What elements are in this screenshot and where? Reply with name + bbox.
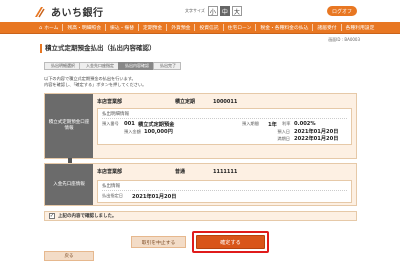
progress-steps: 払出明細選択 入金先口座指定 払出内容確認 払出完了 xyxy=(44,62,181,70)
amount-label: 預入金額 xyxy=(124,128,141,134)
item-number-label: 預入番号 xyxy=(102,121,119,126)
page-title: 積立式定期預金払出（払出内容確認） xyxy=(40,44,156,53)
nav-item-foreign-deposit[interactable]: 外貨預金 xyxy=(167,24,194,31)
confirm-checkbox[interactable]: ✓ xyxy=(49,213,55,219)
destination-account-type: 普通 xyxy=(175,169,186,175)
detail-row-1: 預入番号 001 積立式定期預金 預入期間 1年 利率 0.002% xyxy=(102,120,347,128)
font-size-medium-button[interactable]: 中 xyxy=(219,6,230,16)
cancel-transaction-button[interactable]: 取引を中止する xyxy=(131,236,186,248)
destination-account-number: 1111111 xyxy=(213,168,238,175)
nav-item-balance[interactable]: 残高・明細照会 xyxy=(63,24,105,31)
rate-label: 利率 xyxy=(282,121,291,126)
confirm-checkbox-row[interactable]: ✓ 上記の内容で確認しました。 xyxy=(44,211,357,221)
font-size-large-button[interactable]: 大 xyxy=(231,6,242,16)
font-size-label: 文字サイズ xyxy=(185,8,205,13)
nav-item-mortgage[interactable]: 住宅ローン xyxy=(224,24,256,31)
detail-row-3: 満期日 2022年01月20日 xyxy=(102,135,347,143)
item-number: 001 xyxy=(124,121,135,127)
nav-item-transfer[interactable]: 振込・振替 xyxy=(106,24,138,31)
destination-account-row: 本店営業部 普通 1111111 xyxy=(97,167,352,176)
destination-account-panel: 入金先口座情報 本店営業部 普通 1111111 払出情報 払出指定日 2021… xyxy=(44,163,357,206)
source-panel-label: 積立式定期預金口座情報 xyxy=(45,94,93,158)
bank-name: あいち銀行 xyxy=(51,8,104,19)
bank-logo[interactable]: あいち銀行 xyxy=(33,4,104,19)
withdrawal-detail-title: 払出明細情報 xyxy=(102,111,347,119)
nav-item-time-deposit[interactable]: 定期預金 xyxy=(139,24,166,31)
detail-row-2: 預入金額 100,000円 預入日 2021年01月20日 xyxy=(102,128,347,136)
source-branch: 本店営業部 xyxy=(97,99,123,105)
period-label: 預入期間 xyxy=(242,121,259,126)
maturity-date-label: 満期日 xyxy=(277,135,290,141)
instruction-line: 内容を確認し、「確定する」ボタンを押してください。 xyxy=(44,82,147,87)
source-account-type: 積立定期 xyxy=(175,99,196,105)
nav-item-home[interactable]: ⌂ ホーム xyxy=(35,24,62,32)
source-panel-body: 本店営業部 積立定期 1000011 払出明細情報 預入番号 001 積立式定期… xyxy=(97,97,352,145)
bank-logo-icon xyxy=(33,5,47,19)
amount: 100,000円 xyxy=(144,129,173,135)
source-account-row: 本店営業部 積立定期 1000011 xyxy=(97,97,352,106)
nav-item-settings[interactable]: 各種利用設定 xyxy=(342,24,379,31)
nav-item-tax-payment[interactable]: 税金・各種料金の払込 xyxy=(256,24,312,31)
instructions: 以下の内容で積立式定期預金の払出を行います。 内容を確認し、「確定する」ボタンを… xyxy=(44,76,146,88)
source-account-panel: 積立式定期預金口座情報 本店営業部 積立定期 1000011 払出明細情報 預入… xyxy=(44,93,357,159)
start-date: 2021年01月20日 xyxy=(294,129,339,135)
maturity-date: 2022年01月20日 xyxy=(294,136,339,142)
header: あいち銀行 文字サイズ 小 中 大 ログオフ xyxy=(0,0,400,24)
item-type: 積立式定期預金 xyxy=(138,121,175,128)
confirm-button[interactable]: 確定する xyxy=(196,235,265,249)
font-size-small-button[interactable]: 小 xyxy=(207,6,218,16)
step-destination: 入金先口座指定 xyxy=(79,62,119,70)
destination-panel-body: 本店営業部 普通 1111111 払出情報 払出指定日 2021年01月20日 xyxy=(97,167,352,203)
destination-branch: 本店営業部 xyxy=(97,169,123,175)
period: 1年 xyxy=(268,121,277,128)
nav-item-investment[interactable]: 投資信託 xyxy=(195,24,222,31)
back-button[interactable]: 戻る xyxy=(44,251,94,261)
confirm-checkbox-label: 上記の内容で確認しました。 xyxy=(58,214,117,219)
font-size-switcher: 文字サイズ 小 中 大 xyxy=(185,6,244,16)
withdrawal-date: 2021年01月20日 xyxy=(132,193,177,200)
source-account-number: 1000011 xyxy=(213,98,238,105)
step-confirm: 払出内容確認 xyxy=(118,62,154,70)
withdrawal-info-title: 払出情報 xyxy=(102,183,347,191)
withdrawal-detail-box: 払出明細情報 預入番号 001 積立式定期預金 預入期間 1年 利率 0.002… xyxy=(97,108,352,145)
withdrawal-date-label: 払出指定日 xyxy=(102,193,123,198)
nav-item-applications[interactable]: 諸届受付 xyxy=(313,24,340,31)
step-select: 払出明細選択 xyxy=(44,62,80,70)
home-icon: ⌂ xyxy=(39,24,43,31)
withdrawal-info-box: 払出情報 払出指定日 2021年01月20日 xyxy=(97,180,352,203)
start-date-label: 預入日 xyxy=(277,128,290,134)
global-nav: ⌂ ホーム 残高・明細照会 振込・振替 定期預金 外貨預金 投資信託 住宅ローン … xyxy=(0,22,400,34)
screen-id: 画面ID : BA0003 xyxy=(328,37,360,42)
destination-panel-label: 入金先口座情報 xyxy=(45,164,93,205)
step-complete: 払出完了 xyxy=(153,62,181,70)
withdrawal-date-row: 払出指定日 2021年01月20日 xyxy=(102,192,347,200)
logout-button[interactable]: ログオフ xyxy=(327,6,357,16)
rate: 0.002% xyxy=(294,121,316,127)
